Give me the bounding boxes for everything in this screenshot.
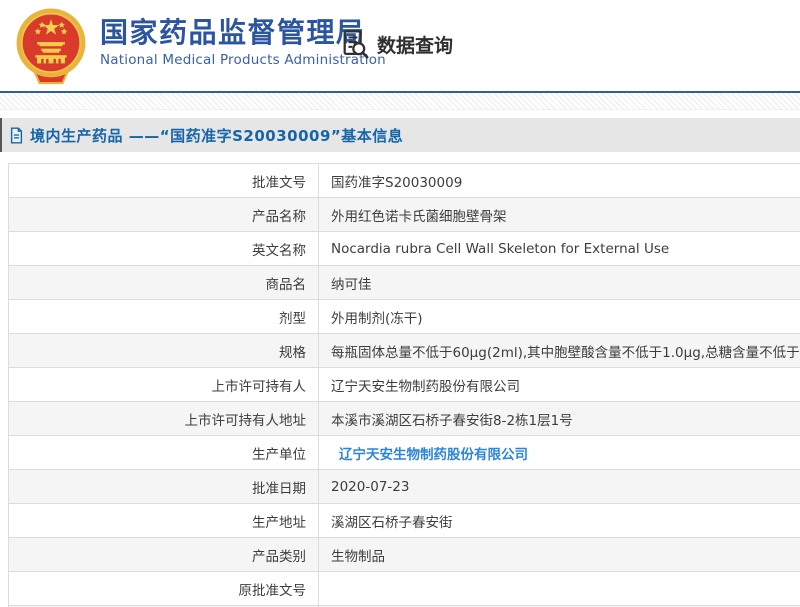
national-emblem-logo xyxy=(10,6,92,88)
row-label: 英文名称 xyxy=(9,232,319,266)
table-row: 剂型外用制剂(冻干) xyxy=(9,300,800,334)
table-row: 生产单位 辽宁天安生物制药股份有限公司 xyxy=(9,436,800,470)
row-label: 批准日期 xyxy=(9,470,319,504)
data-query-label: 数据查询 xyxy=(377,31,453,58)
row-label: 剂型 xyxy=(9,300,319,334)
row-label: 原批准文号 xyxy=(9,572,319,606)
table-row: 产品名称外用红色诺卡氏菌细胞壁骨架 xyxy=(9,198,800,232)
table-row: 上市许可持有人辽宁天安生物制药股份有限公司 xyxy=(9,368,800,402)
row-value: 辽宁天安生物制药股份有限公司 xyxy=(319,368,800,402)
row-value: 外用红色诺卡氏菌细胞壁骨架 xyxy=(319,198,800,232)
row-value xyxy=(319,572,800,606)
table-row: 产品类别生物制品 xyxy=(9,538,800,572)
row-value: 辽宁天安生物制药股份有限公司 xyxy=(319,436,800,470)
row-label: 上市许可持有人 xyxy=(9,368,319,402)
row-value: 本溪市溪湖区石桥子春安街8-2栋1层1号 xyxy=(319,402,800,436)
document-icon xyxy=(9,127,24,144)
row-label: 商品名 xyxy=(9,266,319,300)
table-row: 规格每瓶固体总量不低于60μg(2ml),其中胞壁酸含量不低于1.0μg,总糖含… xyxy=(9,334,800,368)
row-value: 国药准字S20030009 xyxy=(319,164,800,198)
table-row: 原批准文号 xyxy=(9,572,800,606)
row-value: Nocardia rubra Cell Wall Skeleton for Ex… xyxy=(319,232,800,266)
row-value: 外用制剂(冻干) xyxy=(319,300,800,334)
page-title: 境内生产药品 ——“国药准字S20030009”基本信息 xyxy=(30,125,403,146)
row-label: 生产地址 xyxy=(9,504,319,538)
row-value: 每瓶固体总量不低于60μg(2ml),其中胞壁酸含量不低于1.0μg,总糖含量不… xyxy=(319,334,800,368)
site-header: 国家药品监督管理局 National Medical Products Admi… xyxy=(0,0,800,91)
row-value: 纳可佳 xyxy=(319,266,800,300)
table-row: 生产地址溪湖区石桥子春安街 xyxy=(9,504,800,538)
row-value: 溪湖区石桥子春安街 xyxy=(319,504,800,538)
row-label: 产品类别 xyxy=(9,538,319,572)
table-row: 批准文号国药准字S20030009 xyxy=(9,164,800,198)
hatch-band xyxy=(0,93,800,110)
section-title-bar: 境内生产药品 ——“国药准字S20030009”基本信息 xyxy=(0,118,800,152)
row-value: 2020-07-23 xyxy=(319,470,800,504)
row-label: 上市许可持有人地址 xyxy=(9,402,319,436)
row-label: 产品名称 xyxy=(9,198,319,232)
row-label: 批准文号 xyxy=(9,164,319,198)
table-row: 上市许可持有人地址本溪市溪湖区石桥子春安街8-2栋1层1号 xyxy=(9,402,800,436)
row-label: 生产单位 xyxy=(9,436,319,470)
drug-info-table: 批准文号国药准字S20030009产品名称外用红色诺卡氏菌细胞壁骨架英文名称No… xyxy=(8,163,800,607)
table-row: 英文名称Nocardia rubra Cell Wall Skeleton fo… xyxy=(9,232,800,266)
manufacturer-link[interactable]: 辽宁天安生物制药股份有限公司 xyxy=(339,447,528,463)
table-row: 批准日期2020-07-23 xyxy=(9,470,800,504)
drug-info-table-wrap: 批准文号国药准字S20030009产品名称外用红色诺卡氏菌细胞壁骨架英文名称No… xyxy=(0,163,800,607)
table-row: 商品名纳可佳 xyxy=(9,266,800,300)
document-search-icon xyxy=(340,28,370,61)
row-label: 规格 xyxy=(9,334,319,368)
row-value: 生物制品 xyxy=(319,538,800,572)
data-query-nav[interactable]: 数据查询 xyxy=(340,28,453,61)
info-table-body: 批准文号国药准字S20030009产品名称外用红色诺卡氏菌细胞壁骨架英文名称No… xyxy=(9,164,800,607)
